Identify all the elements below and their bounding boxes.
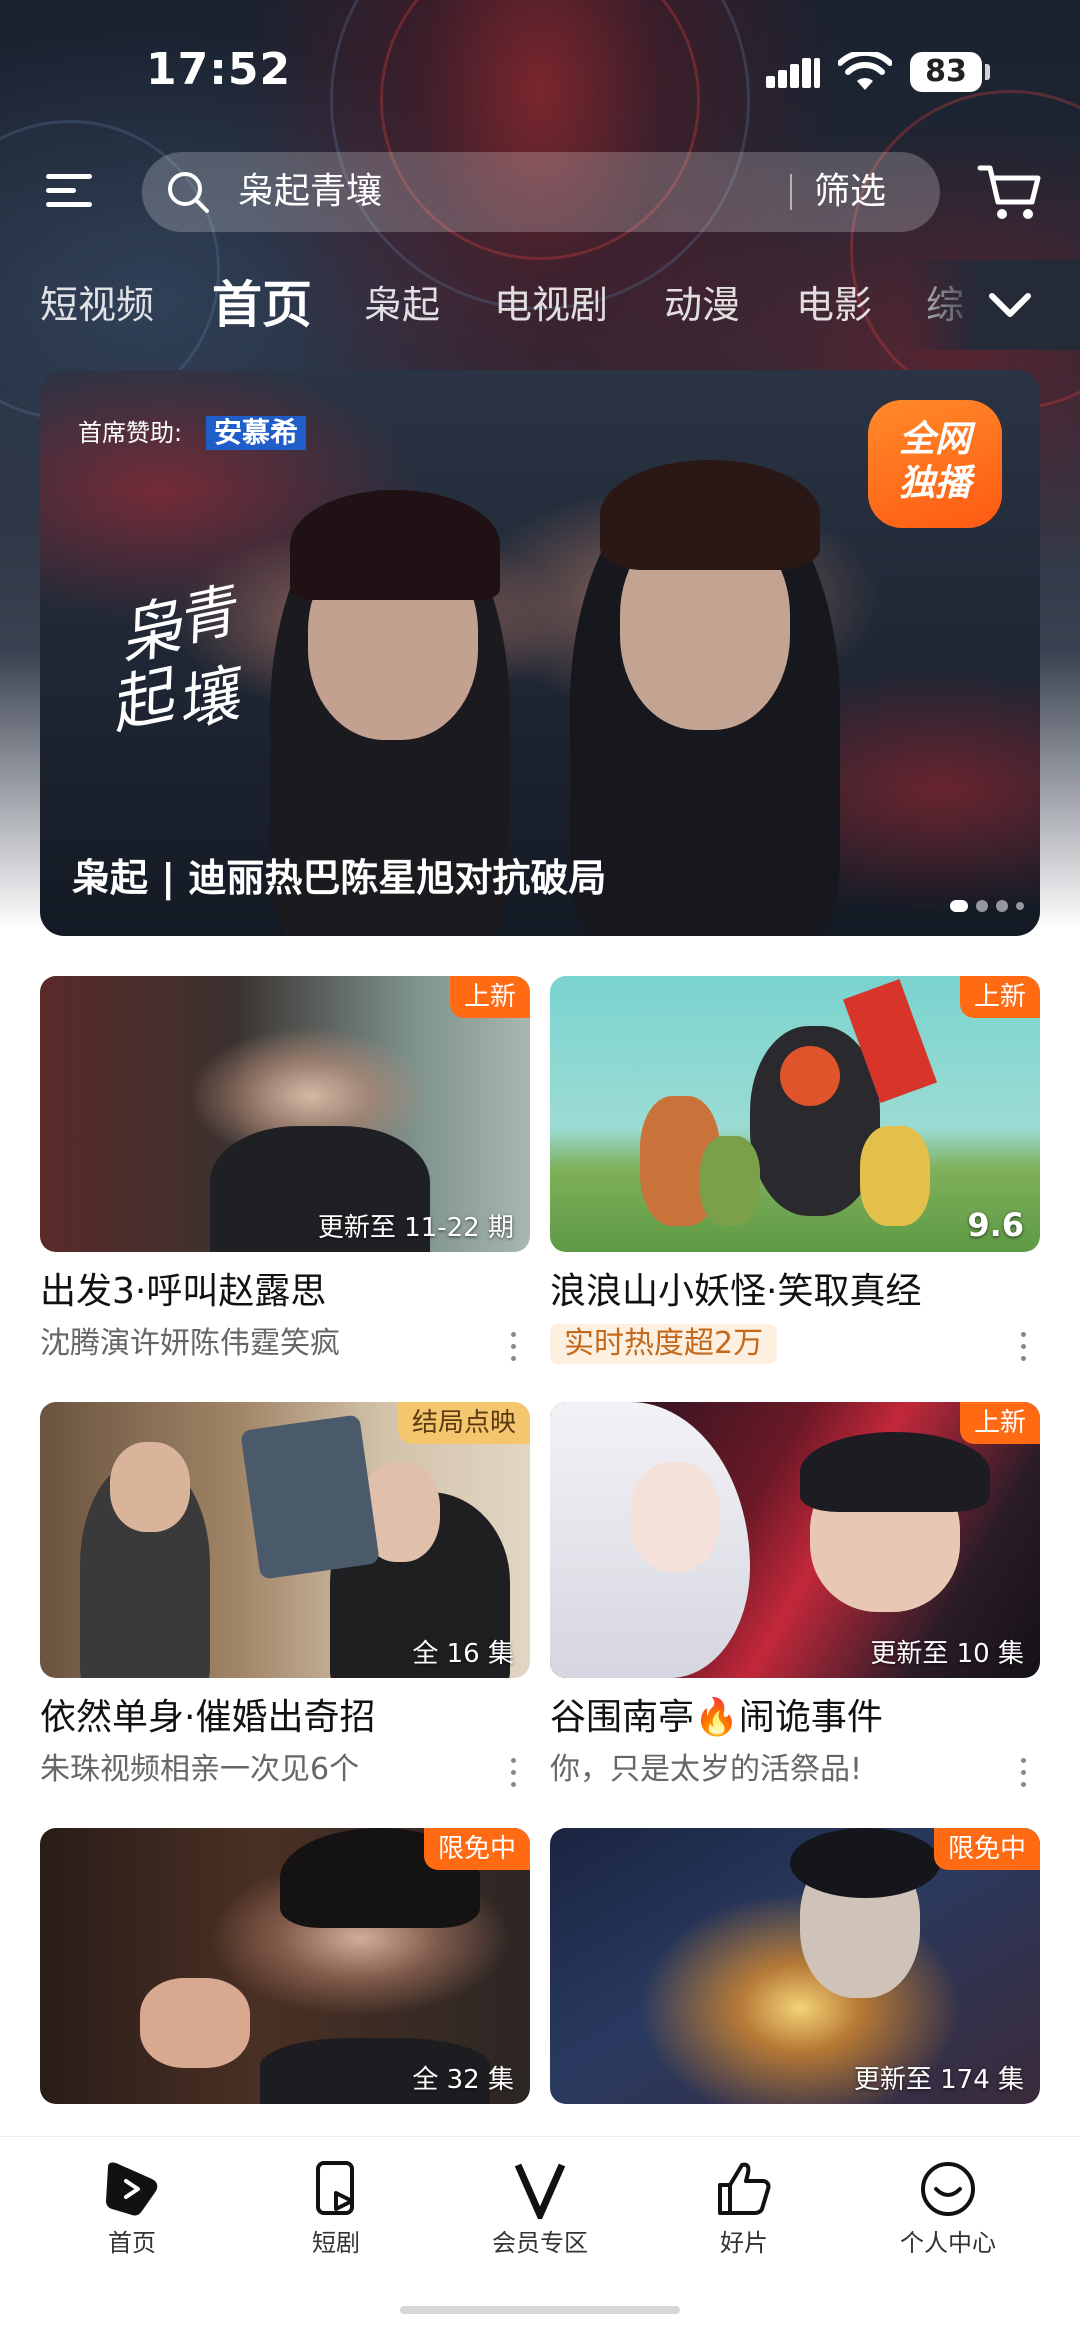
card-thumbnail: 结局点映 全 16 集 <box>40 1402 530 1678</box>
more-options-icon[interactable] <box>508 1330 518 1364</box>
tab-xiaoqi[interactable]: 枭起 <box>364 260 440 350</box>
search-input[interactable]: 枭起青壤 筛选 <box>142 152 940 232</box>
tab-short-video[interactable]: 短视频 <box>40 260 154 350</box>
card-badge: 上新 <box>959 976 1040 1018</box>
card-thumbnail: 上新 更新至 11-22 期 <box>40 976 530 1252</box>
status-time: 17:52 <box>146 44 292 95</box>
content-card[interactable]: 上新 更新至 11-22 期 出发3·呼叫赵露思 沈腾演许妍陈伟霆笑疯 <box>40 976 530 1386</box>
banner-dot <box>1016 902 1024 910</box>
nav-label: 个人中心 <box>900 2229 996 2257</box>
shopping-cart-icon[interactable] <box>976 158 1044 226</box>
nav-label: 首页 <box>108 2229 156 2257</box>
exclusive-badge: 全网 独播 <box>868 400 1002 528</box>
card-thumbnail: 上新 更新至 10 集 <box>550 1402 1040 1678</box>
actress-hair <box>290 490 500 600</box>
card-badge: 限免中 <box>423 1828 530 1870</box>
search-divider <box>790 174 792 210</box>
menu-icon[interactable] <box>40 166 98 216</box>
search-icon <box>168 172 209 213</box>
banner-dot <box>976 900 988 912</box>
card-thumbnail: 限免中 更新至 174 集 <box>550 1828 1040 2104</box>
card-episode-info: 更新至 10 集 <box>870 1639 1024 1669</box>
wifi-icon <box>838 52 892 90</box>
battery-indicator: 83 <box>910 52 990 92</box>
card-title: 出发3·呼叫赵露思 <box>40 1271 327 1312</box>
nav-short-drama[interactable]: 短剧 <box>256 2159 416 2289</box>
sponsor-brand: 安慕希 <box>206 416 307 450</box>
card-episode-info: 更新至 11-22 期 <box>317 1213 514 1243</box>
show-title-logo: 枭 青 起 壤 <box>110 580 255 743</box>
card-subtitle: 沈腾演许妍陈伟霆笑疯 <box>40 1326 340 1361</box>
card-title: 依然单身·催婚出奇招 <box>40 1697 376 1738</box>
more-options-icon[interactable] <box>508 1756 518 1790</box>
card-thumbnail: 上新 9.6 <box>550 976 1040 1252</box>
card-episode-info: 更新至 174 集 <box>853 2065 1024 2095</box>
nav-home[interactable]: 首页 <box>52 2159 212 2289</box>
banner-pagination <box>908 898 1024 914</box>
svg-text:壤: 壤 <box>169 655 255 741</box>
exclusive-badge-line1: 全网 <box>898 419 971 460</box>
banner-dot-active <box>950 900 968 912</box>
exclusive-badge-line2: 独播 <box>898 463 971 504</box>
category-tabs: 短视频 首页 枭起 电视剧 动漫 电影 综 <box>0 260 1080 350</box>
nav-label: 好片 <box>720 2229 768 2257</box>
sponsor-label: 首席赞助: <box>78 419 183 447</box>
card-title: 浪浪山小妖怪·笑取真经 <box>550 1271 922 1312</box>
nav-label: 会员专区 <box>492 2229 588 2257</box>
home-indicator[interactable] <box>400 2306 680 2314</box>
actor-hair <box>600 460 820 570</box>
card-badge: 限免中 <box>933 1828 1040 1870</box>
cellular-signal-icon <box>766 56 822 88</box>
nav-label: 短剧 <box>312 2229 360 2257</box>
content-card[interactable]: 上新 更新至 10 集 谷围南亭🔥闹诡事件 你，只是太岁的活祭品! <box>550 1402 1040 1812</box>
card-episode-info: 全 16 集 <box>412 1639 514 1669</box>
card-badge: 上新 <box>959 1402 1040 1444</box>
card-episode-info: 全 32 集 <box>412 2065 514 2095</box>
card-hot-tag: 实时热度超2万 <box>550 1324 778 1364</box>
play-logo-icon <box>106 2162 158 2216</box>
smiley-icon <box>921 2162 975 2216</box>
banner-dot <box>996 900 1008 912</box>
tab-movie[interactable]: 电影 <box>796 260 872 350</box>
search-query: 枭起青壤 <box>238 171 383 212</box>
card-score: 9.6 <box>967 1206 1024 1244</box>
more-options-icon[interactable] <box>1018 1756 1028 1790</box>
tab-tv-series[interactable]: 电视剧 <box>494 260 608 350</box>
card-badge: 上新 <box>449 976 530 1018</box>
content-card[interactable]: 限免中 更新至 174 集 <box>550 1828 1040 2118</box>
banner-caption: 枭起 | 迪丽热巴陈星旭对抗破局 <box>72 856 607 900</box>
content-card[interactable]: 上新 9.6 浪浪山小妖怪·笑取真经 实时热度超2万 <box>550 976 1040 1386</box>
card-subtitle: 朱珠视频相亲一次见6个 <box>40 1752 360 1787</box>
svg-text:青: 青 <box>170 580 246 655</box>
hero-banner[interactable]: 首席赞助: 安慕希 枭 青 起 壤 全网 独播 枭起 | 迪丽热巴陈星旭对抗破局 <box>40 370 1040 936</box>
content-card[interactable]: 结局点映 全 16 集 依然单身·催婚出奇招 朱珠视频相亲一次见6个 <box>40 1402 530 1812</box>
tab-home[interactable]: 首页 <box>212 260 312 350</box>
more-options-icon[interactable] <box>1018 1330 1028 1364</box>
filter-button[interactable]: 筛选 <box>814 170 886 214</box>
thumbs-up-icon <box>718 2162 771 2215</box>
short-drama-icon <box>316 2161 354 2215</box>
nav-profile[interactable]: 个人中心 <box>868 2159 1028 2289</box>
nav-vip-zone[interactable]: 会员专区 <box>460 2159 620 2289</box>
nav-good-films[interactable]: 好片 <box>664 2159 824 2289</box>
card-title: 谷围南亭🔥闹诡事件 <box>550 1697 883 1738</box>
card-badge: 结局点映 <box>397 1402 530 1444</box>
vip-v-icon <box>514 2163 566 2219</box>
tab-anime[interactable]: 动漫 <box>664 260 740 350</box>
status-bar: 17:52 83 <box>0 0 1080 150</box>
content-card[interactable]: 限免中 全 32 集 <box>40 1828 530 2118</box>
card-thumbnail: 限免中 全 32 集 <box>40 1828 530 2104</box>
chevron-down-icon[interactable] <box>984 282 1036 328</box>
card-subtitle: 你，只是太岁的活祭品! <box>550 1752 863 1787</box>
